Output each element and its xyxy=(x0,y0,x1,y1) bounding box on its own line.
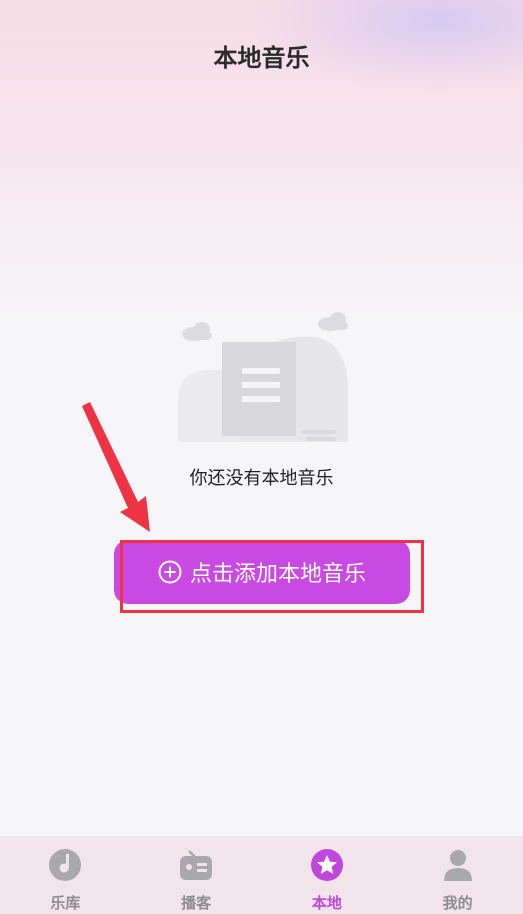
empty-document-icon xyxy=(178,312,348,442)
radio-icon xyxy=(180,850,213,880)
page-background xyxy=(0,0,523,914)
plus-circle-icon xyxy=(158,560,182,584)
tab-label: 乐库 xyxy=(50,894,81,912)
user-icon xyxy=(443,850,472,881)
tab-podcast[interactable]: 播客 xyxy=(131,836,262,914)
tab-local[interactable]: 本地 xyxy=(262,836,393,914)
music-disc-icon xyxy=(49,849,82,881)
tab-mine[interactable]: 我的 xyxy=(392,836,523,914)
tab-label: 播客 xyxy=(181,894,212,912)
empty-state-message: 你还没有本地音乐 xyxy=(189,468,334,489)
tab-label: 本地 xyxy=(311,894,342,912)
star-icon xyxy=(310,849,343,881)
add-button-label: 点击添加本地音乐 xyxy=(189,562,366,587)
page-title: 本地音乐 xyxy=(213,44,310,72)
add-local-music-button[interactable]: 点击添加本地音乐 xyxy=(114,540,410,604)
tab-library[interactable]: 乐库 xyxy=(0,836,131,914)
tab-label: 我的 xyxy=(442,894,473,912)
bottom-tab-bar: 乐库 播客 本地 我的 xyxy=(0,836,523,914)
